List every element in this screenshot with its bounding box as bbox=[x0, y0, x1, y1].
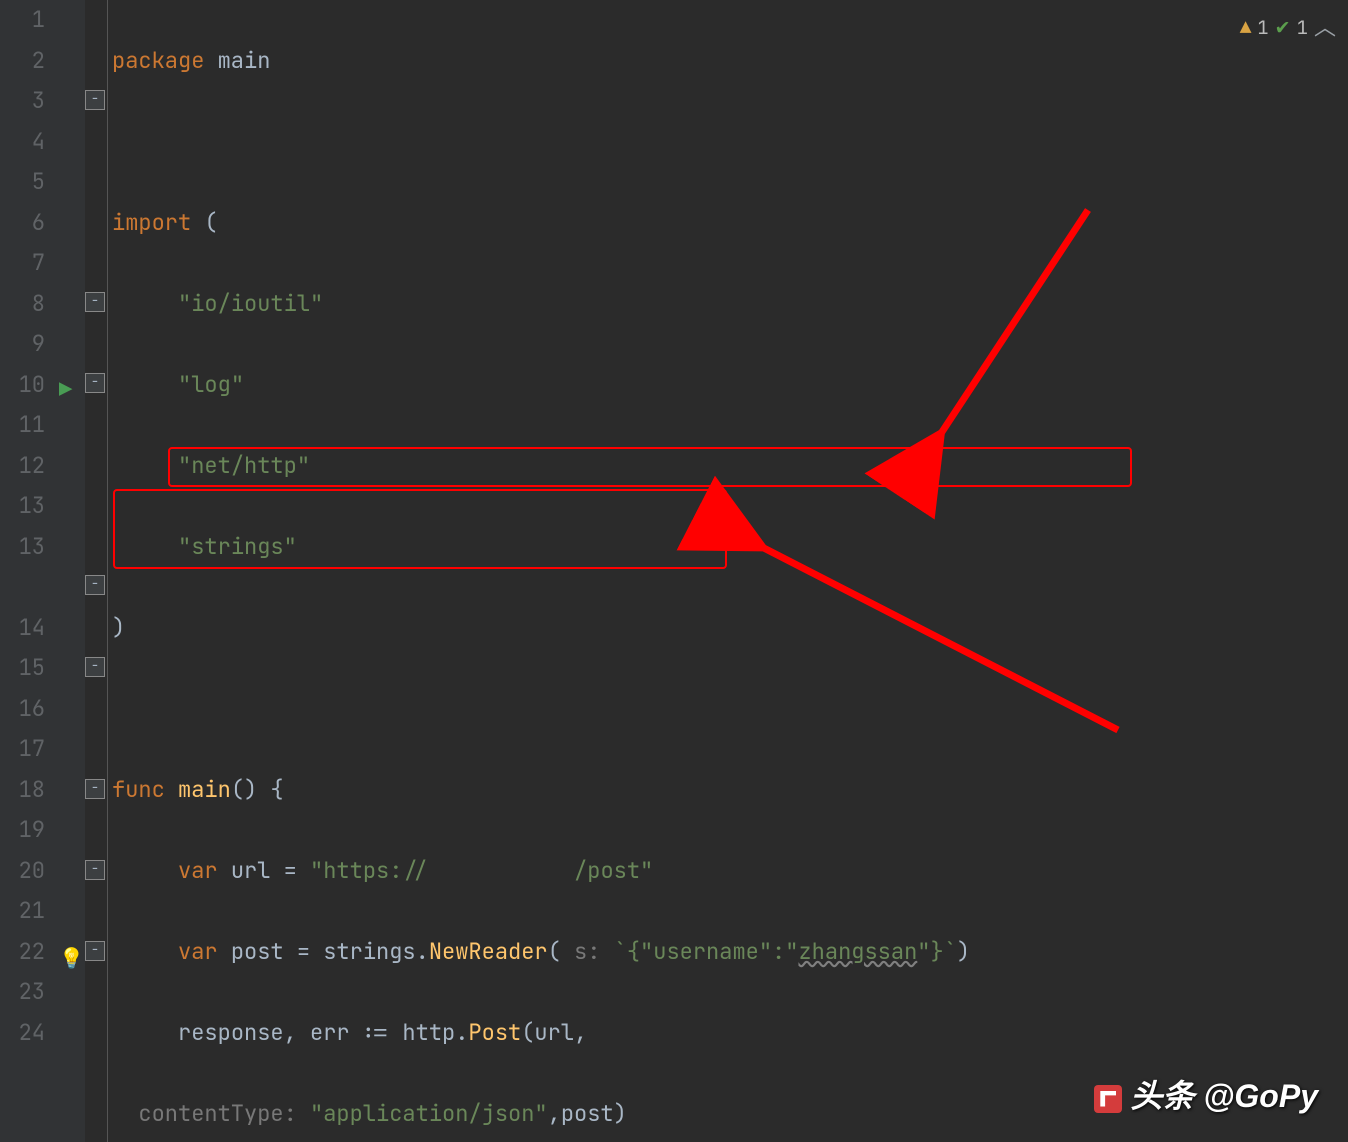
line-number: 2 bbox=[0, 41, 55, 82]
code-line: var post = strings.NewReader( s: `{"user… bbox=[112, 932, 1348, 973]
fold-toggle[interactable]: − bbox=[85, 373, 105, 393]
fold-toggle[interactable]: − bbox=[85, 657, 105, 677]
gutter-icon-column: ▶ 💡 bbox=[55, 0, 85, 1142]
code-line: "io/ioutil" bbox=[112, 284, 1348, 325]
line-number-gutter: 1 2 3 4 5 6 7 8 9 10 11 12 13 13 14 15 1… bbox=[0, 0, 55, 1142]
fold-toggle[interactable]: − bbox=[85, 575, 105, 595]
line-number: 7 bbox=[0, 243, 55, 284]
line-number: 9 bbox=[0, 324, 55, 365]
line-number: 18 bbox=[0, 770, 55, 811]
inspection-widget[interactable]: ▲1 ✔1 ︿ bbox=[1240, 8, 1336, 49]
line-number: 11 bbox=[0, 405, 55, 446]
watermark-text: 头条 @GoPy bbox=[1130, 1078, 1318, 1114]
code-line bbox=[112, 689, 1348, 730]
fold-column: − − − − − − − − bbox=[85, 0, 108, 1142]
code-line: "strings" bbox=[112, 527, 1348, 568]
line-number: 13 bbox=[0, 527, 55, 608]
line-number: 15 bbox=[0, 648, 55, 689]
run-icon[interactable]: ▶ bbox=[59, 370, 72, 411]
warning-count: 1 bbox=[1257, 8, 1268, 49]
watermark: 头条 @GoPy bbox=[1094, 1071, 1318, 1117]
line-number: 3 bbox=[0, 81, 55, 122]
code-line: func main() { bbox=[112, 770, 1348, 811]
fold-toggle[interactable]: − bbox=[85, 941, 105, 961]
line-number: 14 bbox=[0, 608, 55, 649]
code-editor[interactable]: 1 2 3 4 5 6 7 8 9 10 11 12 13 13 14 15 1… bbox=[0, 0, 1348, 1142]
code-line bbox=[112, 122, 1348, 163]
code-line: response, err := http.Post(url, bbox=[112, 1013, 1348, 1054]
line-number: 23 bbox=[0, 972, 55, 1013]
line-number: 24 bbox=[0, 1013, 55, 1054]
code-line: var url = "https:// /post" bbox=[112, 851, 1348, 892]
toutiao-logo-icon bbox=[1094, 1085, 1122, 1113]
pass-count: 1 bbox=[1297, 8, 1308, 49]
line-number: 6 bbox=[0, 203, 55, 244]
line-number: 21 bbox=[0, 891, 55, 932]
warning-icon: ▲ bbox=[1240, 8, 1251, 49]
line-number: 13 bbox=[0, 486, 55, 527]
checkmark-icon: ✔ bbox=[1275, 8, 1291, 49]
line-number: 22 bbox=[0, 932, 55, 973]
line-number: 10 bbox=[0, 365, 55, 406]
line-number: 16 bbox=[0, 689, 55, 730]
chevron-up-icon[interactable]: ︿ bbox=[1314, 8, 1336, 49]
line-number: 12 bbox=[0, 446, 55, 487]
code-line: ) bbox=[112, 608, 1348, 649]
code-line: "net/http" bbox=[112, 446, 1348, 487]
fold-toggle[interactable]: − bbox=[85, 779, 105, 799]
intention-bulb-icon[interactable]: 💡 bbox=[59, 938, 84, 979]
line-number: 17 bbox=[0, 729, 55, 770]
line-number: 8 bbox=[0, 284, 55, 325]
fold-toggle[interactable]: − bbox=[85, 292, 105, 312]
line-number: 4 bbox=[0, 122, 55, 163]
fold-toggle[interactable]: − bbox=[85, 860, 105, 880]
line-number: 1 bbox=[0, 0, 55, 41]
code-area[interactable]: package main import ( "io/ioutil" "log" … bbox=[108, 0, 1348, 1142]
code-line: "log" bbox=[112, 365, 1348, 406]
code-line: package main bbox=[112, 41, 1348, 82]
line-number: 20 bbox=[0, 851, 55, 892]
line-number: 19 bbox=[0, 810, 55, 851]
line-number: 5 bbox=[0, 162, 55, 203]
fold-toggle[interactable]: − bbox=[85, 90, 105, 110]
code-line: import ( bbox=[112, 203, 1348, 244]
